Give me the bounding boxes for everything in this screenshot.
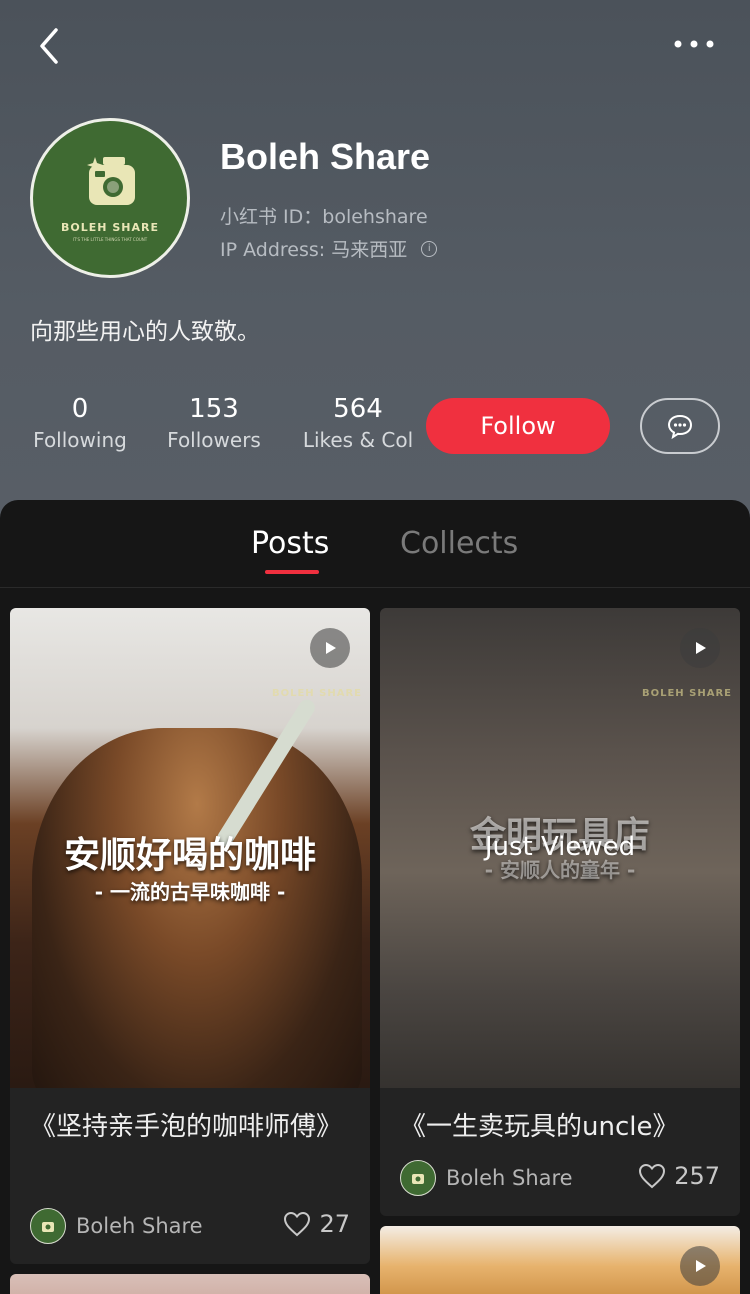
following-count: 0	[71, 394, 89, 424]
post-thumbnail	[380, 1226, 740, 1294]
author-avatar	[400, 1160, 436, 1196]
camera-logo-icon	[42, 1222, 54, 1232]
author-avatar	[30, 1208, 66, 1244]
post-card[interactable]: BOLEH SHARE 金明玩具店 - 安顺人的童年 - Just Viewed…	[380, 608, 740, 1216]
likes-label: Likes & Col	[302, 428, 414, 452]
camera-logo-icon	[412, 1174, 424, 1184]
post-author[interactable]: Boleh Share	[400, 1160, 573, 1196]
profile-bio: 向那些用心的人致敬。	[30, 319, 260, 345]
watermark-brand: BOLEH SHARE	[271, 688, 362, 699]
message-bubble-icon	[667, 414, 693, 440]
coffee-glass-image	[32, 728, 362, 1088]
message-button[interactable]	[640, 398, 720, 454]
stat-following[interactable]: 0 Following	[30, 394, 130, 452]
heart-icon	[639, 1163, 666, 1189]
video-play-icon	[310, 628, 350, 668]
camera-logo-icon	[87, 157, 135, 205]
tab-bar: Posts Collects	[0, 500, 750, 588]
post-thumbnail: BOLEH SHARE 金明玩具店 - 安顺人的童年 - Just Viewed	[380, 608, 740, 1088]
back-button[interactable]	[32, 24, 72, 68]
follow-button[interactable]: Follow	[426, 398, 610, 454]
content-panel: Posts Collects BOLEH SHARE 安顺好喝的咖啡 - 一流的…	[0, 500, 750, 1294]
chevron-left-icon	[40, 28, 58, 64]
profile-avatar[interactable]: BOLEH SHARE IT'S THE LITTLE THINGS THAT …	[30, 118, 190, 278]
profile-name: Boleh Share	[220, 136, 431, 177]
post-card[interactable]	[380, 1226, 740, 1294]
tab-posts[interactable]: Posts	[251, 526, 329, 561]
stat-likes-collects[interactable]: 564 Likes & Col	[298, 394, 418, 452]
likes-count: 564	[333, 394, 383, 424]
video-play-icon	[680, 628, 720, 668]
more-dots-icon	[674, 40, 714, 48]
avatar-tagline: IT'S THE LITTLE THINGS THAT COUNT	[72, 237, 148, 242]
video-play-icon	[680, 1246, 720, 1286]
heart-icon	[284, 1211, 311, 1237]
active-tab-indicator	[265, 570, 319, 574]
more-options-button[interactable]	[672, 30, 716, 58]
tab-collects[interactable]: Collects	[400, 526, 518, 561]
overlay-title: 安顺好喝的咖啡	[63, 835, 316, 876]
post-card[interactable]	[10, 1274, 370, 1294]
post-thumbnail: BOLEH SHARE 安顺好喝的咖啡 - 一流的古早味咖啡 -	[10, 608, 370, 1088]
author-name: Boleh Share	[446, 1166, 573, 1190]
avatar-brand-text: BOLEH SHARE	[61, 221, 159, 234]
ip-address-text: IP Address: 马来西亚	[220, 239, 408, 261]
top-bar	[0, 0, 750, 90]
likes-count: 27	[319, 1210, 350, 1238]
post-title: 《坚持亲手泡的咖啡师傅》	[30, 1112, 343, 1142]
post-title: 《一生卖玩具的uncle》	[400, 1112, 679, 1142]
overlay-subtitle: - 一流的古早味咖啡 -	[94, 880, 286, 904]
followers-count: 153	[189, 394, 239, 424]
post-likes[interactable]: 257	[638, 1162, 720, 1190]
following-label: Following	[33, 428, 127, 452]
likes-count: 257	[674, 1162, 720, 1190]
post-author[interactable]: Boleh Share	[30, 1208, 203, 1244]
followers-label: Followers	[167, 428, 261, 452]
post-thumbnail	[10, 1274, 370, 1294]
info-icon[interactable]: i	[421, 240, 438, 257]
profile-ip-address: IP Address: 马来西亚 i	[220, 235, 438, 262]
profile-id: 小红书 ID：bolehshare	[220, 206, 428, 228]
just-viewed-badge: Just Viewed	[484, 832, 636, 862]
stat-followers[interactable]: 153 Followers	[164, 394, 264, 452]
post-card[interactable]: BOLEH SHARE 安顺好喝的咖啡 - 一流的古早味咖啡 - 《坚持亲手泡的…	[10, 608, 370, 1264]
author-name: Boleh Share	[76, 1214, 203, 1238]
post-likes[interactable]: 27	[283, 1210, 350, 1238]
watermark-brand: BOLEH SHARE	[641, 688, 732, 699]
